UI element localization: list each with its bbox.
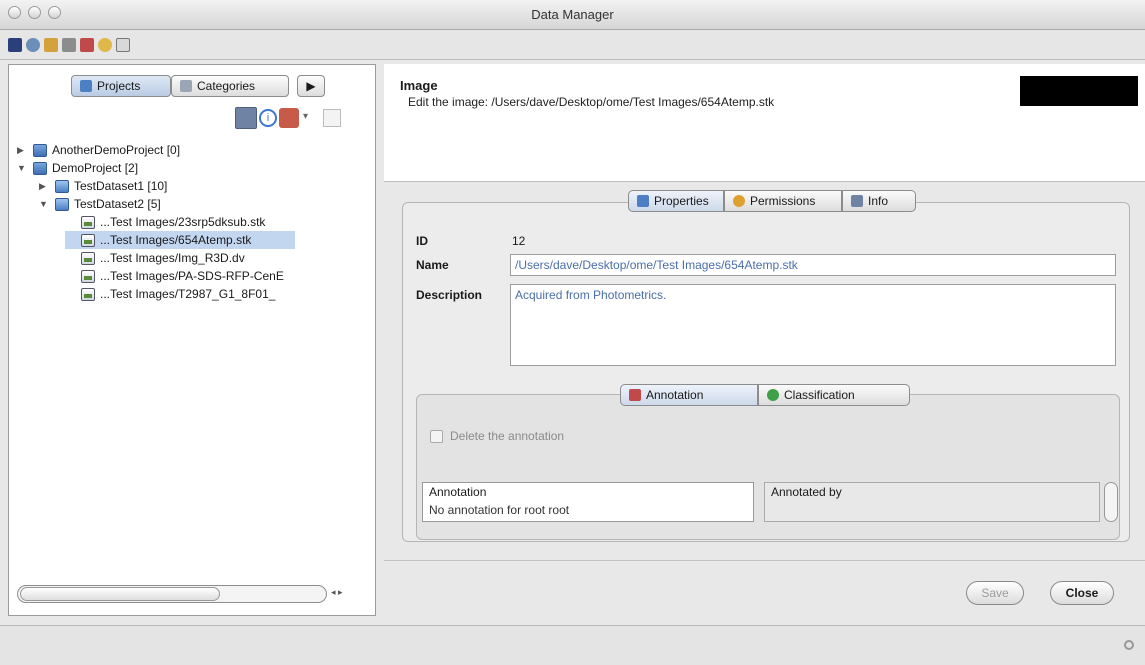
annotation-legend: Annotation [429,485,487,499]
tab-info-label: Info [868,194,889,208]
dataset-icon [55,179,69,193]
tab-properties[interactable]: Properties [628,190,724,212]
button-bar: Save Close [384,560,1145,625]
tree-image-item[interactable]: ...Test Images/PA-SDS-RFP-CenE [65,267,284,285]
toolbar [0,30,1145,60]
image-icon [81,269,95,283]
tree-dataset-item[interactable]: ▶ TestDataset1 [10] [39,177,167,195]
tree-item-label: ...Test Images/T2987_G1_8F01_ [100,287,276,301]
tree-item-label: TestDataset1 [10] [74,179,168,193]
annotation-icon[interactable] [80,38,94,52]
name-label: Name [416,258,449,272]
tree-item-label: ...Test Images/654Atemp.stk [100,233,252,247]
tab-categories-label: Categories [197,79,256,93]
horizontal-scrollbar[interactable] [17,585,327,603]
tree-image-item[interactable]: ...Test Images/23srp5dksub.stk [65,213,265,231]
properties-icon [637,195,649,207]
vertical-scrollbar[interactable] [1104,482,1118,522]
image-icon [81,215,95,229]
tab-permissions-label: Permissions [750,194,816,208]
tree-dataset-item[interactable]: ▼ TestDataset2 [5] [39,195,161,213]
tree-item-label: ...Test Images/Img_R3D.dv [100,251,245,265]
description-label: Description [416,288,483,302]
classification-icon [767,389,779,401]
tree-item-label: TestDataset2 [5] [74,197,161,211]
name-field[interactable]: /Users/dave/Desktop/ome/Test Images/654A… [510,254,1116,276]
dataset-icon [55,197,69,211]
save-button[interactable]: Save [966,581,1024,605]
chevron-down-icon[interactable]: ▾ [303,111,317,125]
disclosure-open-icon[interactable]: ▼ [39,199,49,209]
page-title: Image [400,78,438,93]
tab-projects-label: Projects [97,79,141,93]
dataset-icon[interactable] [116,38,130,52]
title-bar: Data Manager [0,0,1145,30]
tab-properties-label: Properties [654,194,709,208]
categories-icon [180,80,192,92]
tree-item-label: DemoProject [2] [52,161,139,175]
more-tabs-button[interactable]: ▶ [297,75,325,97]
classify-icon[interactable] [98,38,112,52]
description-field[interactable]: Acquired from Photometrics. [510,284,1116,366]
id-value: 12 [512,234,526,248]
data-manager-icon[interactable] [8,38,22,52]
image-icon [81,251,95,265]
projects-icon [80,80,92,92]
tree-project-item[interactable]: ▶ AnotherDemoProject [0] [17,141,180,159]
tree-image-item[interactable]: ...Test Images/T2987_G1_8F01_ [65,285,275,303]
annotation-text: No annotation for root root [429,503,570,517]
disclosure-open-icon[interactable]: ▼ [17,163,27,173]
search-icon[interactable] [26,38,40,52]
annotated-by-list: Annotated by [764,482,1100,522]
edit-header: Image Edit the image: /Users/dave/Deskto… [384,64,1145,182]
hierarchy-icon[interactable] [44,38,58,52]
annotation-text-area[interactable]: Annotation No annotation for root root [422,482,754,522]
explorer-panel: Projects Categories ▶ i ▾ ▶ AnotherDemoPr… [8,64,376,616]
scroll-arrows-icon[interactable]: ◂ ▸ [331,587,367,601]
grid-icon[interactable] [62,38,76,52]
tree-item-label: AnotherDemoProject [0] [52,143,181,157]
scrollbar-thumb[interactable] [20,587,220,601]
annotation-icon [629,389,641,401]
delete-annotation-checkbox[interactable] [430,430,443,443]
tree-item-label: ...Test Images/PA-SDS-RFP-CenE [100,269,284,283]
tree-project-item[interactable]: ▼ DemoProject [2] [17,159,138,177]
triangle-right-icon: ▶ [306,79,316,93]
tree-image-item[interactable]: ...Test Images/Img_R3D.dv [65,249,245,267]
tab-info[interactable]: Info [842,190,916,212]
project-icon [33,161,47,175]
tab-classification-label: Classification [784,388,855,402]
id-label: ID [416,234,428,248]
tab-permissions[interactable]: Permissions [724,190,842,212]
close-button[interactable]: Close [1050,581,1114,605]
tab-classification[interactable]: Classification [758,384,910,406]
page-subtitle: Edit the image: /Users/dave/Desktop/ome/… [408,95,775,109]
project-icon [33,143,47,157]
classify-tool-icon[interactable] [279,108,299,128]
status-bar [0,625,1145,665]
tab-projects[interactable]: Projects [71,75,171,97]
filter-icon[interactable] [235,107,257,129]
disclosure-closed-icon[interactable]: ▶ [17,145,27,156]
progress-icon [1124,640,1134,650]
tree-item-label: ...Test Images/23srp5dksub.stk [100,215,266,229]
tab-annotation[interactable]: Annotation [620,384,758,406]
annotated-by-legend: Annotated by [771,485,842,499]
image-icon [81,287,95,301]
window-title: Data Manager [531,7,614,22]
collapse-button[interactable] [323,109,341,127]
disclosure-closed-icon[interactable]: ▶ [39,181,49,192]
info-icon [851,195,863,207]
editor-area: Properties Permissions Info ID 12 Name /… [384,182,1145,560]
image-icon [81,233,95,247]
delete-annotation-label: Delete the annotation [450,429,565,443]
tree-image-item[interactable]: ...Test Images/654Atemp.stk [65,231,295,249]
tab-categories[interactable]: Categories [171,75,289,97]
tab-annotation-label: Annotation [646,388,704,402]
people-icon [733,195,745,207]
thumbnail-image [1020,76,1138,106]
info-icon[interactable]: i [259,109,277,127]
